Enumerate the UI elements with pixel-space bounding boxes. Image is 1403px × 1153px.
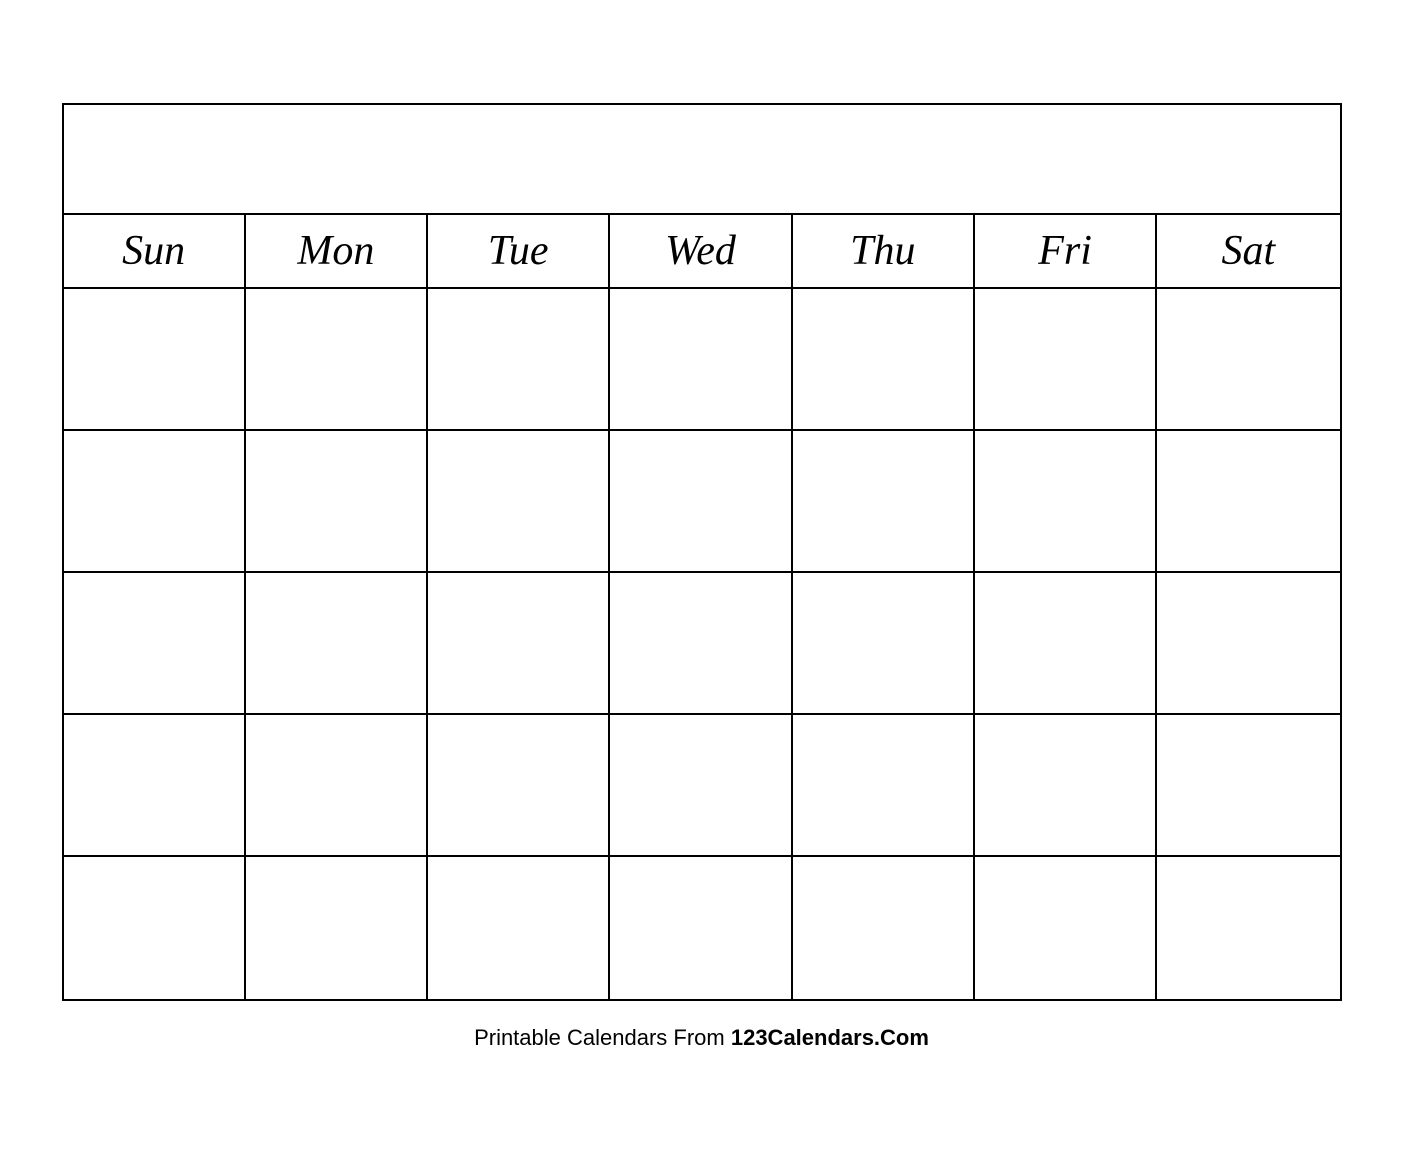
calendar-cell[interactable]: [793, 289, 975, 429]
calendar-week-4: [64, 715, 1340, 857]
calendar-container: Sun Mon Tue Wed Thu Fri Sat: [62, 103, 1342, 1001]
day-header-tue: Tue: [428, 215, 610, 287]
calendar-cell[interactable]: [428, 289, 610, 429]
footer-bold-text: 123Calendars.Com: [731, 1025, 929, 1050]
calendar-cell[interactable]: [246, 573, 428, 713]
calendar-cell[interactable]: [64, 431, 246, 571]
calendar-cell[interactable]: [1157, 573, 1339, 713]
calendar-cell[interactable]: [1157, 289, 1339, 429]
day-header-mon: Mon: [246, 215, 428, 287]
footer: Printable Calendars From 123Calendars.Co…: [62, 1025, 1342, 1051]
calendar-cell[interactable]: [610, 289, 792, 429]
calendar-cell[interactable]: [793, 857, 975, 999]
calendar-cell[interactable]: [610, 715, 792, 855]
calendar-cell[interactable]: [610, 573, 792, 713]
calendar-cell[interactable]: [975, 715, 1157, 855]
calendar-cell[interactable]: [428, 573, 610, 713]
day-header-sat: Sat: [1157, 215, 1339, 287]
calendar-cell[interactable]: [246, 857, 428, 999]
footer-plain-text: Printable Calendars From: [474, 1025, 731, 1050]
calendar-cell[interactable]: [610, 431, 792, 571]
calendar-cell[interactable]: [246, 431, 428, 571]
calendar-cell[interactable]: [793, 431, 975, 571]
calendar-cell[interactable]: [64, 715, 246, 855]
day-header-thu: Thu: [793, 215, 975, 287]
days-header: Sun Mon Tue Wed Thu Fri Sat: [64, 215, 1340, 289]
calendar-cell[interactable]: [975, 573, 1157, 713]
day-header-fri: Fri: [975, 215, 1157, 287]
calendar-cell[interactable]: [246, 715, 428, 855]
calendar-cell[interactable]: [428, 857, 610, 999]
calendar-week-2: [64, 431, 1340, 573]
calendar-cell[interactable]: [1157, 857, 1339, 999]
day-header-wed: Wed: [610, 215, 792, 287]
calendar-cell[interactable]: [428, 431, 610, 571]
calendar-cell[interactable]: [610, 857, 792, 999]
calendar-cell[interactable]: [975, 289, 1157, 429]
calendar-week-5: [64, 857, 1340, 999]
calendar-grid: [64, 289, 1340, 999]
calendar-cell[interactable]: [64, 857, 246, 999]
calendar-cell[interactable]: [1157, 715, 1339, 855]
page-wrapper: Sun Mon Tue Wed Thu Fri Sat: [42, 83, 1362, 1071]
calendar-cell[interactable]: [975, 431, 1157, 571]
calendar-cell[interactable]: [793, 715, 975, 855]
calendar-week-3: [64, 573, 1340, 715]
day-header-sun: Sun: [64, 215, 246, 287]
calendar-week-1: [64, 289, 1340, 431]
calendar-cell[interactable]: [428, 715, 610, 855]
calendar-cell[interactable]: [975, 857, 1157, 999]
calendar-cell[interactable]: [64, 573, 246, 713]
calendar-cell[interactable]: [793, 573, 975, 713]
calendar-cell[interactable]: [1157, 431, 1339, 571]
calendar-cell[interactable]: [246, 289, 428, 429]
calendar-cell[interactable]: [64, 289, 246, 429]
calendar-header: [64, 105, 1340, 215]
